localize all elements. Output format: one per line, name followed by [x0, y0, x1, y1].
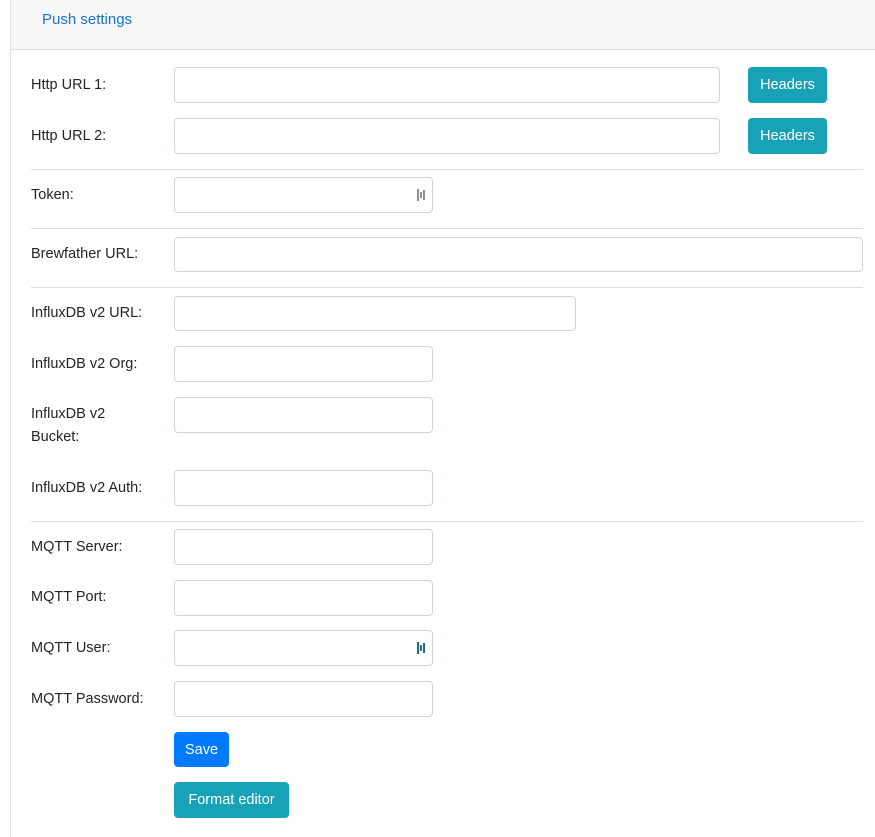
- password-manager-icon[interactable]: [416, 188, 428, 202]
- influxdb-org-input[interactable]: [174, 346, 433, 382]
- influxdb-bucket-input[interactable]: [174, 397, 433, 433]
- mqtt-server-input[interactable]: [174, 529, 433, 565]
- http-url-1-label: Http URL 1:: [31, 77, 107, 93]
- http-url-1-headers-button[interactable]: Headers: [748, 67, 827, 103]
- mqtt-port-input[interactable]: [174, 580, 433, 616]
- http-url-2-label: Http URL 2:: [31, 128, 107, 144]
- divider: [31, 169, 863, 170]
- save-button[interactable]: Save: [174, 732, 229, 767]
- mqtt-password-label: MQTT Password:: [31, 691, 144, 707]
- influxdb-url-label: InfluxDB v2 URL:: [31, 305, 143, 321]
- mqtt-server-label: MQTT Server:: [31, 539, 123, 555]
- influxdb-auth-input[interactable]: [174, 470, 433, 506]
- mqtt-password-input[interactable]: [174, 681, 433, 717]
- http-url-2-input[interactable]: [174, 118, 720, 154]
- divider: [31, 228, 863, 229]
- card-header: Push settings: [11, 0, 875, 50]
- brewfather-url-input[interactable]: [174, 237, 863, 272]
- influxdb-auth-label: InfluxDB v2 Auth:: [31, 480, 143, 496]
- http-url-2-headers-button[interactable]: Headers: [748, 118, 827, 154]
- tab-push-settings[interactable]: Push settings: [42, 11, 132, 28]
- token-label: Token:: [31, 187, 74, 203]
- password-manager-icon[interactable]: [416, 641, 428, 655]
- influxdb-org-label: InfluxDB v2 Org:: [31, 356, 138, 372]
- influxdb-url-input[interactable]: [174, 296, 576, 331]
- divider: [31, 287, 863, 288]
- token-input[interactable]: [174, 177, 433, 213]
- push-settings-card: Push settings Http URL 1: Headers Http U…: [10, 0, 875, 837]
- brewfather-url-label: Brewfather URL:: [31, 246, 139, 262]
- mqtt-port-label: MQTT Port:: [31, 589, 107, 605]
- http-url-1-input[interactable]: [174, 67, 720, 103]
- mqtt-user-input[interactable]: [174, 630, 433, 666]
- divider: [31, 521, 863, 522]
- mqtt-user-label: MQTT User:: [31, 640, 111, 656]
- format-editor-button[interactable]: Format editor: [174, 782, 289, 818]
- influxdb-bucket-label: InfluxDB v2 Bucket:: [31, 406, 106, 445]
